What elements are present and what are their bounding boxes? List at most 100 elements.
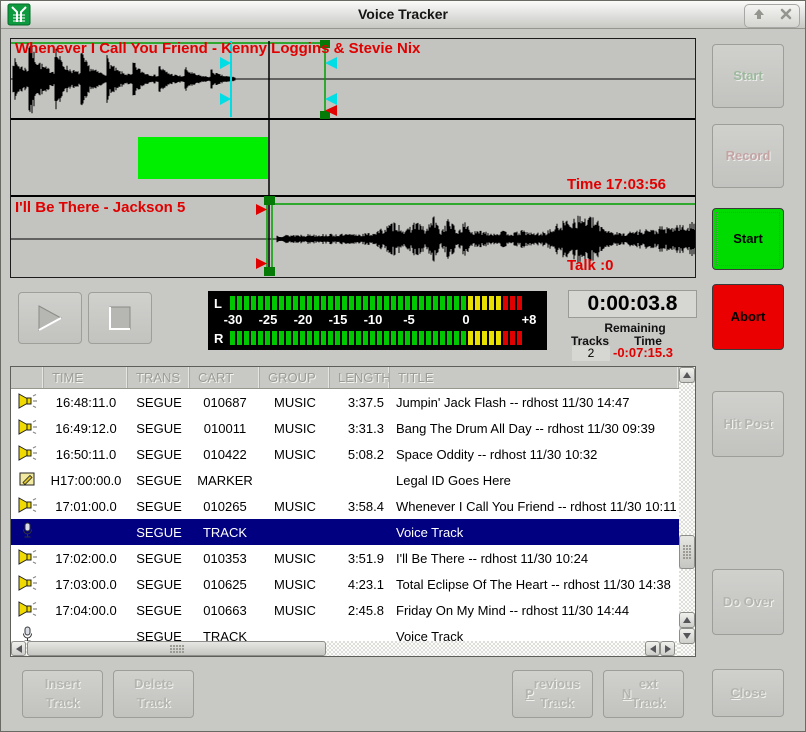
talk-start-marker-icon[interactable] <box>220 57 231 69</box>
log-cell-time[interactable]: 17:02:00.0 <box>44 551 128 566</box>
voicetrack-region-block[interactable] <box>138 137 268 179</box>
log-cell-length[interactable]: 3:31.3 <box>330 421 390 436</box>
log-cell-cart[interactable]: TRACK <box>190 629 260 642</box>
log-cell-group[interactable]: MUSIC <box>260 421 330 436</box>
close-window-icon[interactable] <box>779 7 793 26</box>
shade-window-icon[interactable] <box>752 7 766 26</box>
log-cell-trans[interactable]: SEGUE <box>128 577 190 592</box>
log-cell-length[interactable]: 2:45.8 <box>330 603 390 618</box>
log-cell-title[interactable]: Jumpin' Jack Flash -- rdhost 11/30 14:47 <box>390 395 679 410</box>
do-over-button[interactable]: Do Over <box>712 569 784 635</box>
log-cell-cart[interactable]: 010265 <box>190 499 260 514</box>
log-cell-title[interactable]: I'll Be There -- rdhost 11/30 10:24 <box>390 551 679 566</box>
log-cell-time[interactable]: 17:01:00.0 <box>44 499 128 514</box>
track2-start-handle-top[interactable] <box>264 196 275 205</box>
log-cell-trans[interactable]: SEGUE <box>128 603 190 618</box>
log-cell-title[interactable]: Legal ID Goes Here <box>390 473 679 488</box>
log-cell-time[interactable]: 16:49:12.0 <box>44 421 128 436</box>
table-row[interactable]: 17:02:00.0SEGUE010353MUSIC3:51.9I'll Be … <box>11 545 679 571</box>
track1-segue-handle-bottom[interactable] <box>320 111 330 119</box>
log-cell-group[interactable]: MUSIC <box>260 551 330 566</box>
log-cell-time[interactable]: 16:50:11.0 <box>44 447 128 462</box>
log-cell-title[interactable]: Total Eclipse Of The Heart -- rdhost 11/… <box>390 577 679 592</box>
abort-button[interactable]: Abort <box>712 284 784 350</box>
log-cell-icon[interactable] <box>11 575 44 594</box>
log-cell-title[interactable]: Bang The Drum All Day -- rdhost 11/30 09… <box>390 421 679 436</box>
log-cell-cart[interactable]: 010011 <box>190 421 260 436</box>
track1-end-marker-icon2[interactable] <box>325 93 337 105</box>
log-cell-trans[interactable]: SEGUE <box>128 629 190 642</box>
log-cell-cart[interactable]: 010687 <box>190 395 260 410</box>
hscroll-thumb[interactable] <box>27 641 326 656</box>
log-cell-trans[interactable]: SEGUE <box>128 525 190 540</box>
waveform-panel[interactable]: Whenever I Call You Friend - Kenny Loggi… <box>10 38 696 278</box>
delete-track-button[interactable]: DeleteTrack <box>113 670 194 718</box>
hscroll-left-button[interactable] <box>11 641 26 656</box>
vscroll-down-button[interactable] <box>679 628 695 644</box>
log-cell-icon[interactable] <box>11 497 44 516</box>
table-row[interactable]: 17:04:00.0SEGUE010663MUSIC2:45.8Friday O… <box>11 597 679 623</box>
log-cell-group[interactable]: MUSIC <box>260 499 330 514</box>
log-cell-cart[interactable]: 010663 <box>190 603 260 618</box>
track2-start-handle-bottom[interactable] <box>264 267 275 276</box>
column-header-length[interactable]: LENGTH <box>330 367 390 388</box>
column-header-title[interactable]: TITLE <box>390 367 679 388</box>
log-cell-length[interactable]: 4:23.1 <box>330 577 390 592</box>
waveform-canvas[interactable] <box>11 39 695 277</box>
log-cell-title[interactable]: Voice Track <box>390 629 679 642</box>
vscroll-up2-button[interactable] <box>679 612 695 628</box>
table-row[interactable]: SEGUETRACK Voice Track <box>11 623 679 641</box>
play-button[interactable] <box>18 292 82 344</box>
column-header-icon[interactable] <box>11 367 44 388</box>
log-cell-group[interactable]: MUSIC <box>260 447 330 462</box>
log-cell-icon[interactable] <box>11 445 44 464</box>
log-table-body[interactable]: 16:48:11.0SEGUE010687MUSIC3:37.5Jumpin' … <box>11 389 679 641</box>
log-cell-trans[interactable]: SEGUE <box>128 499 190 514</box>
log-cell-length[interactable]: 3:58.4 <box>330 499 390 514</box>
log-cell-cart[interactable]: 010353 <box>190 551 260 566</box>
log-cell-length[interactable]: 3:51.9 <box>330 551 390 566</box>
hscroll-right-button[interactable] <box>660 641 675 656</box>
table-row[interactable]: H17:00:00.0SEGUEMARKERLegal ID Goes Here <box>11 467 679 493</box>
table-row[interactable]: 16:50:11.0SEGUE010422MUSIC5:08.2Space Od… <box>11 441 679 467</box>
column-header-trans[interactable]: TRANS <box>128 367 190 388</box>
close-button[interactable]: Close <box>712 669 784 717</box>
log-cell-cart[interactable]: 010625 <box>190 577 260 592</box>
table-row[interactable]: 16:48:11.0SEGUE010687MUSIC3:37.5Jumpin' … <box>11 389 679 415</box>
log-cell-icon[interactable] <box>11 601 44 620</box>
table-row[interactable]: 17:03:00.0SEGUE010625MUSIC4:23.1Total Ec… <box>11 571 679 597</box>
log-cell-trans[interactable]: SEGUE <box>128 473 190 488</box>
vertical-scrollbar[interactable] <box>679 367 695 656</box>
table-row[interactable]: 17:01:00.0SEGUE010265MUSIC3:58.4Whenever… <box>11 493 679 519</box>
vscroll-thumb[interactable] <box>679 535 695 569</box>
log-cell-cart[interactable]: TRACK <box>190 525 260 540</box>
vscroll-up-button[interactable] <box>679 367 695 383</box>
log-cell-trans[interactable]: SEGUE <box>128 551 190 566</box>
log-cell-icon[interactable] <box>11 393 44 412</box>
column-header-group[interactable]: GROUP <box>260 367 330 388</box>
log-table-header[interactable]: TIMETRANSCARTGROUPLENGTHTITLE <box>11 367 679 389</box>
insert-track-button[interactable]: InsertTrack <box>22 670 103 718</box>
log-cell-trans[interactable]: SEGUE <box>128 421 190 436</box>
track2-fade-marker-top-icon[interactable] <box>256 204 267 215</box>
log-cell-icon[interactable] <box>11 419 44 438</box>
log-cell-length[interactable]: 3:37.5 <box>330 395 390 410</box>
log-cell-group[interactable]: MUSIC <box>260 603 330 618</box>
log-cell-length[interactable]: 5:08.2 <box>330 447 390 462</box>
log-cell-icon[interactable] <box>11 626 44 641</box>
log-cell-icon[interactable] <box>11 522 44 542</box>
log-cell-icon[interactable] <box>11 549 44 568</box>
next-track-button[interactable]: NextTrack <box>603 670 684 718</box>
talk-end-marker-icon[interactable] <box>220 93 231 105</box>
horizontal-scrollbar[interactable] <box>11 641 679 656</box>
log-cell-group[interactable]: MUSIC <box>260 577 330 592</box>
log-cell-trans[interactable]: SEGUE <box>128 395 190 410</box>
record-button[interactable]: Record <box>712 124 784 188</box>
column-header-cart[interactable]: CART <box>190 367 260 388</box>
column-header-time[interactable]: TIME <box>44 367 128 388</box>
start-track2-button[interactable]: Start <box>712 208 784 270</box>
previous-track-button[interactable]: PreviousTrack <box>512 670 593 718</box>
log-cell-cart[interactable]: 010422 <box>190 447 260 462</box>
log-cell-icon[interactable] <box>11 471 44 490</box>
log-cell-title[interactable]: Whenever I Call You Friend -- rdhost 11/… <box>390 499 679 514</box>
